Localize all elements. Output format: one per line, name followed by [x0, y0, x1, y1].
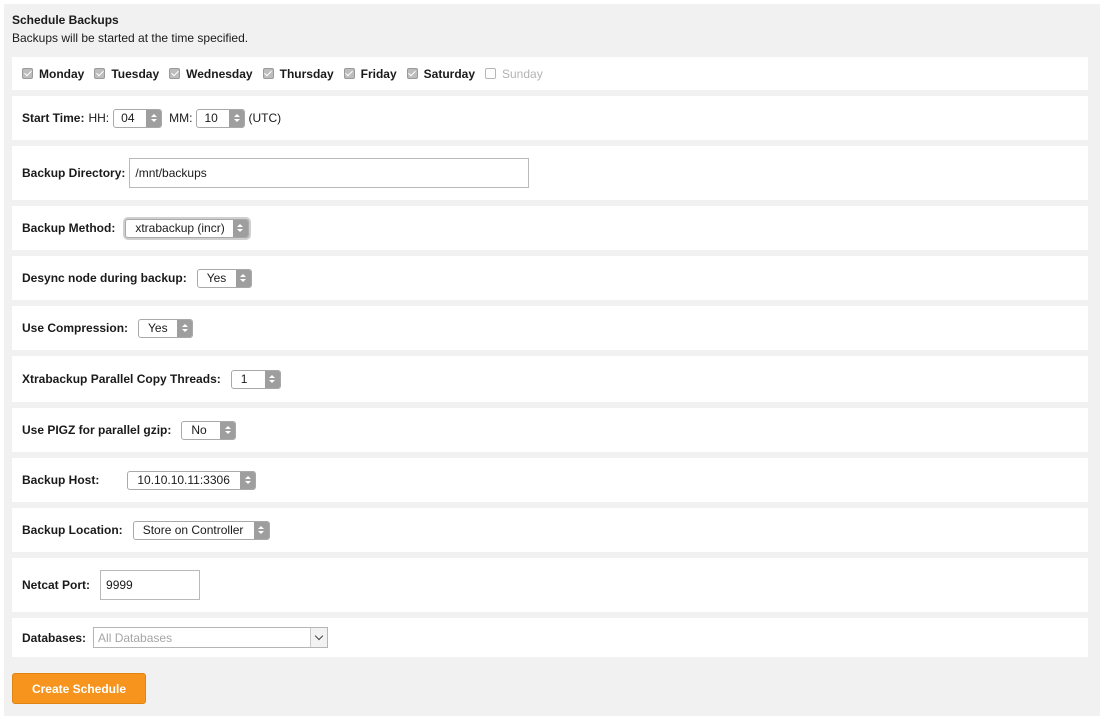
parallel-threads-select[interactable]: 1	[230, 369, 281, 389]
backup-method-stepper-icon	[232, 219, 248, 237]
day-label-saturday: Saturday	[423, 66, 475, 81]
hour-stepper-icon	[146, 109, 162, 127]
backup-directory-row: Backup Directory:	[12, 146, 1088, 200]
minute-value: 10	[204, 111, 218, 125]
desync-stepper-icon	[235, 269, 251, 287]
checkbox-tuesday[interactable]	[94, 68, 106, 79]
pigz-value: No	[191, 423, 207, 437]
backup-method-label: Backup Method:	[22, 221, 116, 235]
backup-location-stepper-icon	[253, 521, 269, 539]
parallel-threads-label: Xtrabackup Parallel Copy Threads:	[22, 372, 221, 386]
day-label-tuesday: Tuesday	[111, 66, 160, 81]
day-label-friday: Friday	[360, 66, 397, 81]
start-time-label: Start Time:	[22, 111, 85, 125]
compression-value: Yes	[148, 321, 168, 335]
pigz-select[interactable]: No	[181, 420, 237, 440]
backup-host-select[interactable]: 10.10.10.11:3306	[127, 470, 257, 490]
backup-method-select[interactable]: xtrabackup (incr)	[125, 218, 249, 238]
databases-combo[interactable]: All Databases	[93, 627, 329, 648]
desync-value: Yes	[206, 271, 227, 285]
backup-directory-input[interactable]	[129, 158, 530, 188]
backup-host-stepper-icon	[240, 471, 256, 489]
checkbox-friday[interactable]	[343, 68, 355, 79]
minute-select[interactable]: 10	[196, 108, 246, 128]
create-schedule-button[interactable]: Create Schedule	[12, 673, 146, 704]
compression-row: Use Compression: Yes	[12, 306, 1088, 350]
parallel-threads-value: 1	[240, 372, 248, 386]
checkbox-monday[interactable]	[22, 68, 33, 79]
databases-placeholder: All Databases	[98, 630, 173, 645]
hh-label: HH:	[88, 111, 110, 125]
page-subtitle: Backups will be started at the time spec…	[12, 31, 249, 45]
day-friday[interactable]: Friday	[343, 66, 397, 81]
day-label-monday: Monday	[39, 66, 85, 81]
netcat-port-label: Netcat Port:	[22, 578, 91, 592]
pigz-row: Use PIGZ for parallel gzip: No	[12, 408, 1088, 452]
desync-label: Desync node during backup:	[22, 271, 187, 285]
databases-row: Databases: All Databases	[12, 618, 1088, 657]
databases-label: Databases:	[22, 630, 87, 645]
checkbox-thursday[interactable]	[262, 68, 274, 79]
hour-value: 04	[121, 111, 135, 125]
day-sunday[interactable]: Sunday	[485, 67, 543, 81]
mm-label: MM:	[169, 111, 193, 125]
day-label-sunday: Sunday	[502, 66, 543, 81]
day-saturday[interactable]: Saturday	[406, 66, 475, 81]
hour-select[interactable]: 04	[113, 108, 163, 128]
checkbox-saturday[interactable]	[406, 68, 418, 79]
day-label-wednesday: Wednesday	[186, 66, 253, 81]
backup-host-value: 10.10.10.11:3306	[137, 473, 230, 487]
day-tuesday[interactable]: Tuesday	[94, 67, 159, 81]
backup-host-label: Backup Host:	[22, 473, 100, 487]
day-monday[interactable]: Monday	[22, 67, 84, 81]
desync-row: Desync node during backup: Yes	[12, 256, 1088, 300]
parallel-threads-stepper-icon	[264, 370, 280, 388]
backup-location-value: Store on Controller	[142, 523, 244, 537]
backup-host-row: Backup Host: 10.10.10.11:3306	[12, 458, 1088, 502]
pigz-stepper-icon	[220, 421, 236, 439]
days-row: Monday Tuesday Wednesday Thursday Friday…	[12, 57, 1088, 90]
compression-label: Use Compression:	[22, 321, 129, 335]
day-thursday[interactable]: Thursday	[262, 66, 334, 81]
backup-location-select[interactable]: Store on Controller	[132, 520, 270, 540]
panel-header: Schedule Backups Backups will be started…	[12, 13, 248, 46]
checkbox-wednesday[interactable]	[169, 68, 181, 79]
netcat-port-input[interactable]	[100, 570, 201, 600]
minute-stepper-icon	[229, 109, 245, 127]
schedule-backups-panel: Schedule Backups Backups will be started…	[4, 4, 1100, 716]
compression-stepper-icon	[177, 319, 193, 337]
parallel-threads-row: Xtrabackup Parallel Copy Threads: 1	[12, 356, 1088, 402]
backup-location-label: Backup Location:	[22, 523, 123, 537]
backup-directory-label: Backup Directory:	[22, 166, 126, 180]
pigz-label: Use PIGZ for parallel gzip:	[22, 423, 172, 437]
backup-location-row: Backup Location: Store on Controller	[12, 508, 1088, 552]
day-label-thursday: Thursday	[279, 66, 334, 81]
backup-method-value: xtrabackup (incr)	[135, 221, 225, 235]
day-wednesday[interactable]: Wednesday	[169, 66, 253, 81]
page-title: Schedule Backups	[12, 13, 119, 27]
desync-select[interactable]: Yes	[196, 268, 252, 288]
checkbox-sunday[interactable]	[485, 68, 496, 79]
chevron-down-icon[interactable]	[310, 628, 328, 647]
netcat-port-row: Netcat Port:	[12, 558, 1088, 612]
start-time-row: Start Time: HH: 04 MM: 10 (UTC)	[12, 96, 1088, 140]
backup-method-row: Backup Method: xtrabackup (incr)	[12, 206, 1088, 250]
timezone-label: (UTC)	[248, 111, 282, 125]
compression-select[interactable]: Yes	[138, 318, 194, 338]
